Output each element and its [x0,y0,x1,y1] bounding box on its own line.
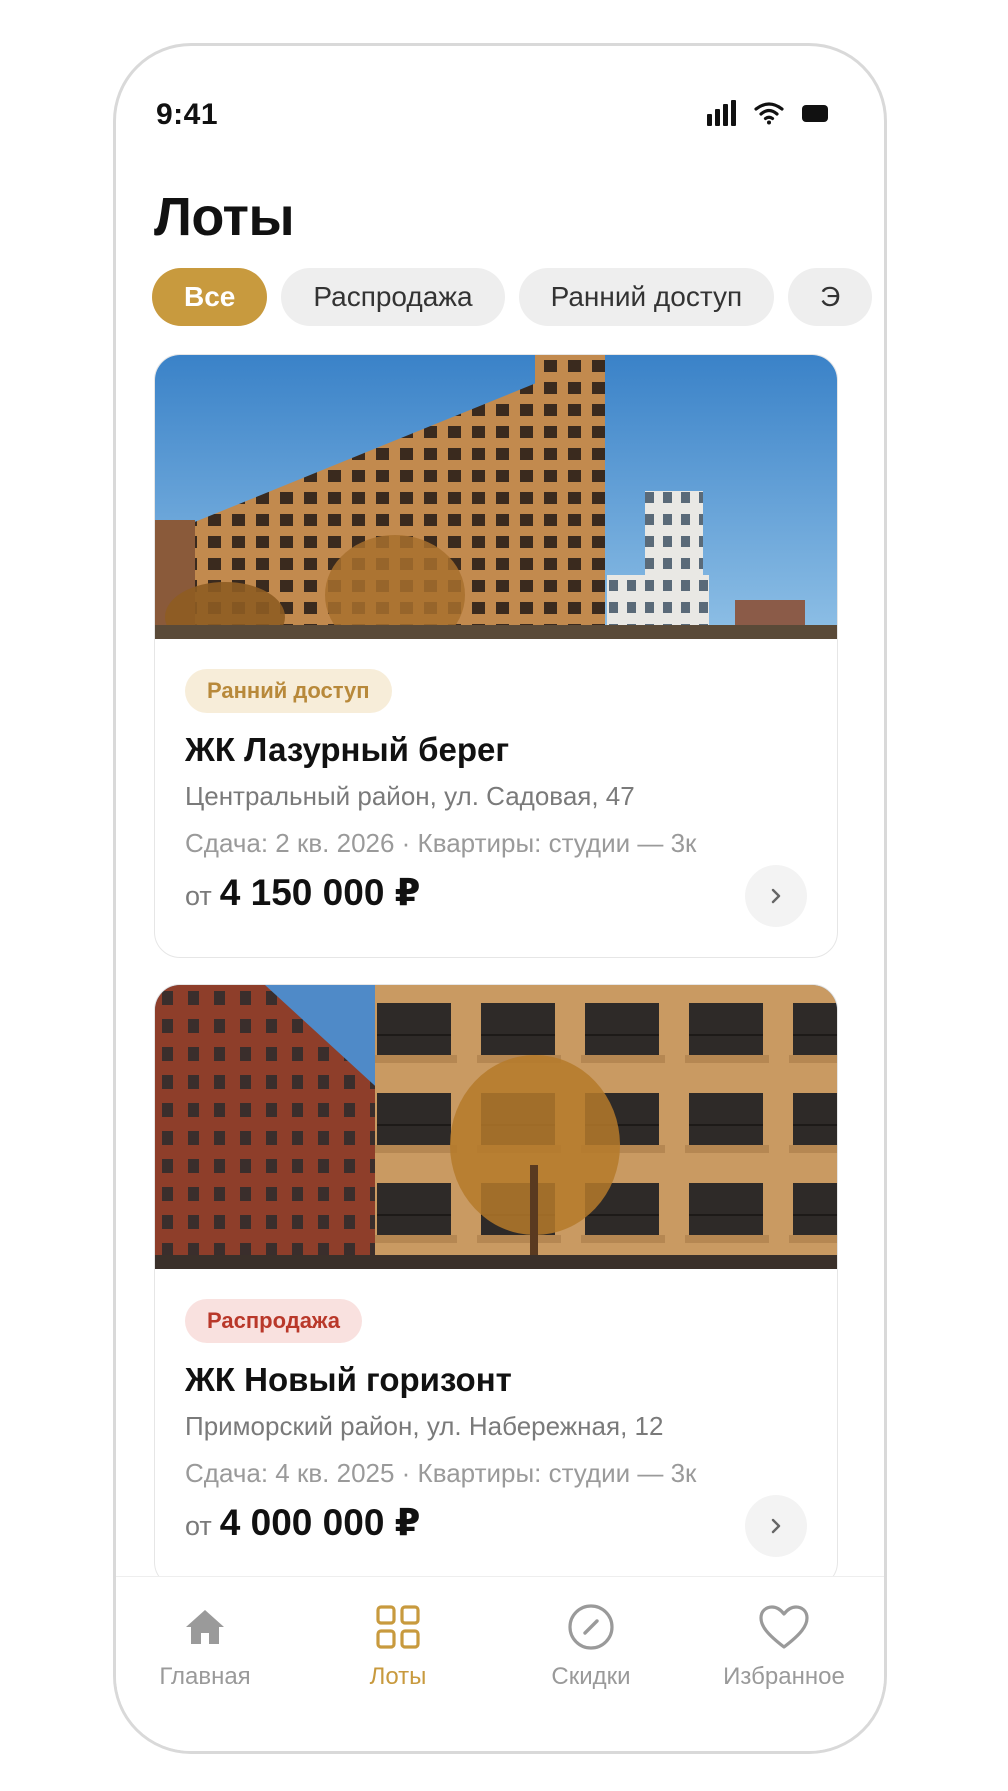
page-title: Лоты [154,187,295,247]
lot-open-button[interactable] [745,865,807,927]
tab-discounts[interactable]: Скидки [501,1599,681,1691]
wifi-icon [754,102,784,125]
lot-price-row: от 4 000 000 ₽ [185,1501,807,1544]
cellular-signal-icon [707,100,736,126]
lot-price-row: от 4 150 000 ₽ [185,871,807,914]
tab-lots[interactable]: Лоты [308,1599,488,1691]
lot-card[interactable]: Распродажа ЖК Новый горизонт Приморский … [154,984,838,1588]
tab-label: Скидки [551,1663,631,1690]
tab-label: Главная [159,1663,251,1690]
tab-label: Лоты [369,1663,427,1690]
lot-address: Приморский район, ул. Набережная, 12 [185,1411,664,1441]
tab-home[interactable]: Главная [116,1599,295,1691]
filter-chips: Все Распродажа Ранний доступ Э [152,268,884,330]
lot-name: ЖК Новый горизонт [185,1361,512,1398]
lot-image [155,985,837,1269]
lot-card-body: Ранний доступ ЖК Лазурный берег Централь… [155,639,837,957]
lot-price: 4 150 000 ₽ [219,872,421,913]
heart-icon [759,1605,809,1649]
status-bar: 9:41 [116,46,884,186]
battery-icon [802,104,828,122]
bottom-tab-bar: Главная Лоты Скидки Избранное [116,1576,884,1751]
home-icon [186,1610,224,1644]
tab-label: Избранное [723,1663,845,1690]
compass-icon [568,1604,614,1650]
lot-tag: Распродажа [185,1299,363,1343]
filter-chip-partial[interactable]: Э [788,268,873,326]
grid-icon [376,1605,420,1649]
lot-card-body: Распродажа ЖК Новый горизонт Приморский … [155,1269,837,1587]
lot-address: Центральный район, ул. Садовая, 47 [185,781,635,811]
status-icons [707,98,828,128]
price-prefix: от [185,1511,212,1541]
filter-chip-all[interactable]: Все [152,268,268,326]
chevron-right-icon [771,1518,781,1534]
lot-price: 4 000 000 ₽ [219,1502,421,1543]
chevron-right-icon [771,888,781,904]
lot-card[interactable]: Ранний доступ ЖК Лазурный берег Централь… [154,354,838,958]
lot-open-button[interactable] [745,1495,807,1557]
filter-chip-sale[interactable]: Распродажа [281,268,505,326]
lot-name: ЖК Лазурный берег [185,731,510,768]
price-prefix: от [185,881,212,911]
lot-image [155,355,837,639]
phone-frame: 9:41 Лоты ВсеРаспродажаРанний доступЭ [113,43,887,1754]
lot-meta: Сдача: 2 кв. 2026 · Квартиры: студии — 3… [185,828,697,858]
status-time: 9:41 [156,98,219,131]
lot-meta: Сдача: 4 кв. 2025 · Квартиры: студии — 3… [185,1458,697,1488]
lot-tag: Ранний доступ [185,669,392,713]
tab-favorites[interactable]: Избранное [694,1599,874,1691]
filter-chip-early-access[interactable]: Ранний доступ [518,268,775,326]
